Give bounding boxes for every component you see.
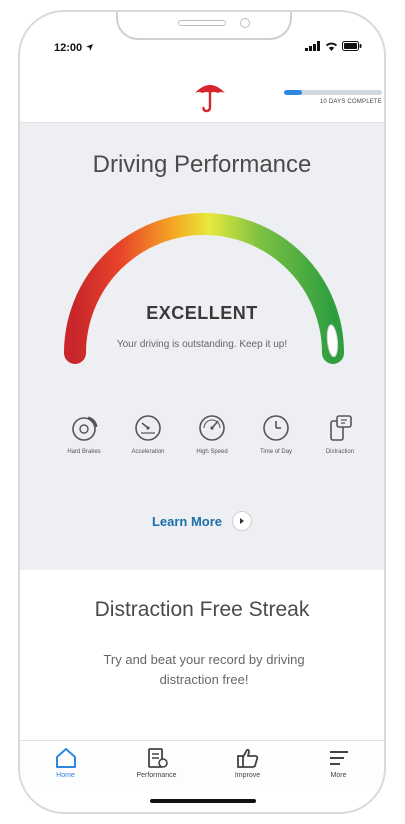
metric-label: High Speed — [196, 449, 228, 455]
clock-icon — [263, 415, 289, 441]
tab-home[interactable]: Home — [20, 741, 111, 791]
tab-bar: Home Performance Improve More — [20, 740, 384, 791]
camera — [240, 18, 250, 28]
home-indicator — [150, 799, 256, 803]
status-icons — [305, 41, 362, 51]
tab-label: More — [330, 772, 347, 779]
thumbs-up-icon — [236, 748, 258, 768]
streak-subtitle: Try and beat your record by driving dist… — [103, 652, 305, 687]
days-progress: 10 DAYS COMPLETE — [284, 90, 382, 105]
home-icon — [55, 748, 76, 768]
metric-hard-brakes[interactable]: Hard Brakes — [52, 413, 116, 455]
tab-performance[interactable]: Performance — [111, 741, 202, 791]
streak-title: Distraction Free Streak — [94, 598, 310, 621]
metrics-row: Hard Brakes Acceleration High Speed Time… — [52, 413, 372, 455]
driving-performance-section: Driving Performance EXCELLENT Your drivi… — [20, 123, 384, 570]
metric-distraction[interactable]: Distraction — [308, 413, 372, 455]
speedometer-icon — [135, 415, 161, 441]
tab-improve[interactable]: Improve — [202, 741, 293, 791]
metric-label: Hard Brakes — [67, 449, 101, 455]
metric-label: Acceleration — [131, 449, 165, 455]
learn-more-text: Learn More — [151, 513, 223, 529]
progress-track — [284, 90, 382, 95]
progress-label: 10 DAYS COMPLETE — [319, 99, 382, 105]
brake-disc-icon — [72, 416, 98, 441]
tab-label: Improve — [234, 772, 261, 779]
tab-label: Home — [56, 772, 75, 779]
performance-icon — [147, 748, 168, 768]
distraction-free-streak-section: Distraction Free Streak Try and beat you… — [20, 570, 384, 740]
performance-message: Your driving is outstanding. Keep it up! — [116, 339, 288, 350]
phone-frame: 12:00 10 DAYS COMPLETE Driving Performan… — [18, 10, 386, 814]
performance-title: Driving Performance — [92, 151, 312, 178]
red-umbrella-icon — [195, 85, 225, 113]
status-time-text: 12:00 — [54, 42, 83, 54]
tab-more[interactable]: More — [293, 741, 384, 791]
menu-icon — [329, 751, 348, 765]
speaker — [178, 20, 226, 26]
phone-distraction-icon — [330, 415, 352, 441]
location-arrow-icon — [86, 44, 94, 51]
gauge-arc — [64, 213, 344, 364]
tab-label: Performance — [136, 772, 177, 779]
metric-high-speed[interactable]: High Speed — [180, 413, 244, 455]
gauge-icon — [199, 415, 225, 441]
learn-more-link[interactable]: Learn More — [20, 511, 384, 531]
chevron-right-icon[interactable] — [232, 511, 253, 531]
wifi-icon — [325, 42, 338, 51]
performance-gauge — [64, 213, 344, 364]
signal-icon — [305, 41, 320, 51]
metric-time-of-day[interactable]: Time of Day — [244, 413, 308, 455]
battery-icon — [342, 41, 362, 51]
status-time: 12:00 — [54, 42, 94, 54]
metric-label: Time of Day — [259, 449, 293, 455]
notch — [116, 12, 292, 40]
metric-acceleration[interactable]: Acceleration — [116, 413, 180, 455]
metric-label: Distraction — [325, 449, 355, 455]
progress-fill — [284, 90, 302, 95]
app-header: 10 DAYS COMPLETE — [20, 64, 384, 123]
performance-rating: EXCELLENT — [146, 303, 258, 323]
